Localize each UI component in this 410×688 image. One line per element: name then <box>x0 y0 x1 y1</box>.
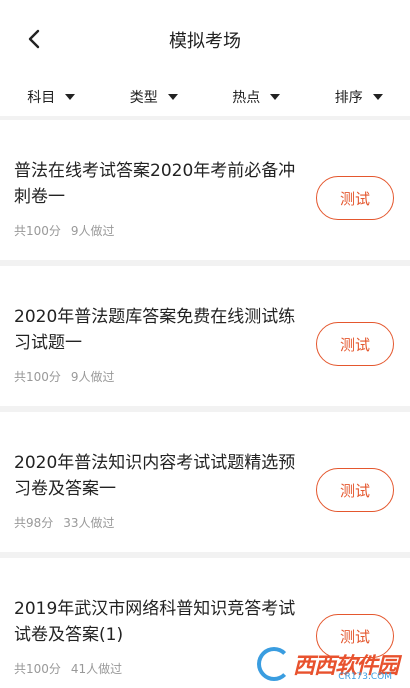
filter-label: 类型 <box>129 90 158 106</box>
exam-score: 共98分 <box>14 516 54 530</box>
exam-title: 2019年武汉市网络科普知识竞答考试试卷及答案(1) <box>14 599 296 645</box>
filter-label: 热点 <box>232 90 261 106</box>
caret-down-icon <box>65 94 76 100</box>
logo-ring-icon <box>256 647 291 681</box>
exam-title: 普法在线考试答案2020年考前必备冲刺卷一 <box>14 161 296 207</box>
filter-label: 科目 <box>27 90 56 106</box>
page-title: 模拟考场 <box>169 31 241 52</box>
exam-card[interactable]: 普法在线考试答案2020年考前必备冲刺卷一 共100分 9人做过 测试 <box>0 120 410 260</box>
filter-subject[interactable]: 科目 <box>0 78 103 116</box>
exam-score: 共100分 <box>14 224 61 238</box>
exam-meta: 共100分 9人做过 <box>14 222 115 239</box>
exam-participants: 9人做过 <box>70 224 115 238</box>
test-button[interactable]: 测试 <box>316 468 394 512</box>
watermark-sub: CR173.COM <box>338 672 392 682</box>
exam-meta: 共100分 41人做过 <box>14 660 122 677</box>
test-button[interactable]: 测试 <box>316 176 394 220</box>
exam-meta: 共100分 9人做过 <box>14 368 115 385</box>
test-button[interactable]: 测试 <box>316 322 394 366</box>
exam-meta: 共98分 33人做过 <box>14 514 115 531</box>
exam-participants: 41人做过 <box>70 662 123 676</box>
exam-title: 2020年普法知识内容考试试题精选预习卷及答案一 <box>14 453 296 499</box>
exam-card[interactable]: 2020年普法知识内容考试试题精选预习卷及答案一 共98分 33人做过 测试 <box>0 412 410 552</box>
watermark-logo: 西西软件园 CR173.COM <box>256 644 399 684</box>
filter-sort[interactable]: 排序 <box>308 78 410 116</box>
caret-down-icon <box>270 94 281 100</box>
exam-title: 2020年普法题库答案免费在线测试练习试题一 <box>14 307 296 353</box>
filter-bar: 科目 类型 热点 排序 <box>0 78 410 116</box>
exam-score: 共100分 <box>14 662 61 676</box>
caret-down-icon <box>167 94 178 100</box>
filter-type[interactable]: 类型 <box>103 78 206 116</box>
filter-hot[interactable]: 热点 <box>205 78 308 116</box>
caret-down-icon <box>372 94 383 100</box>
filter-label: 排序 <box>334 90 363 106</box>
app-header: 模拟考场 <box>0 0 410 78</box>
exam-card[interactable]: 2020年普法题库答案免费在线测试练习试题一 共100分 9人做过 测试 <box>0 266 410 406</box>
exam-participants: 9人做过 <box>70 370 115 384</box>
exam-score: 共100分 <box>14 370 61 384</box>
exam-participants: 33人做过 <box>63 516 115 530</box>
